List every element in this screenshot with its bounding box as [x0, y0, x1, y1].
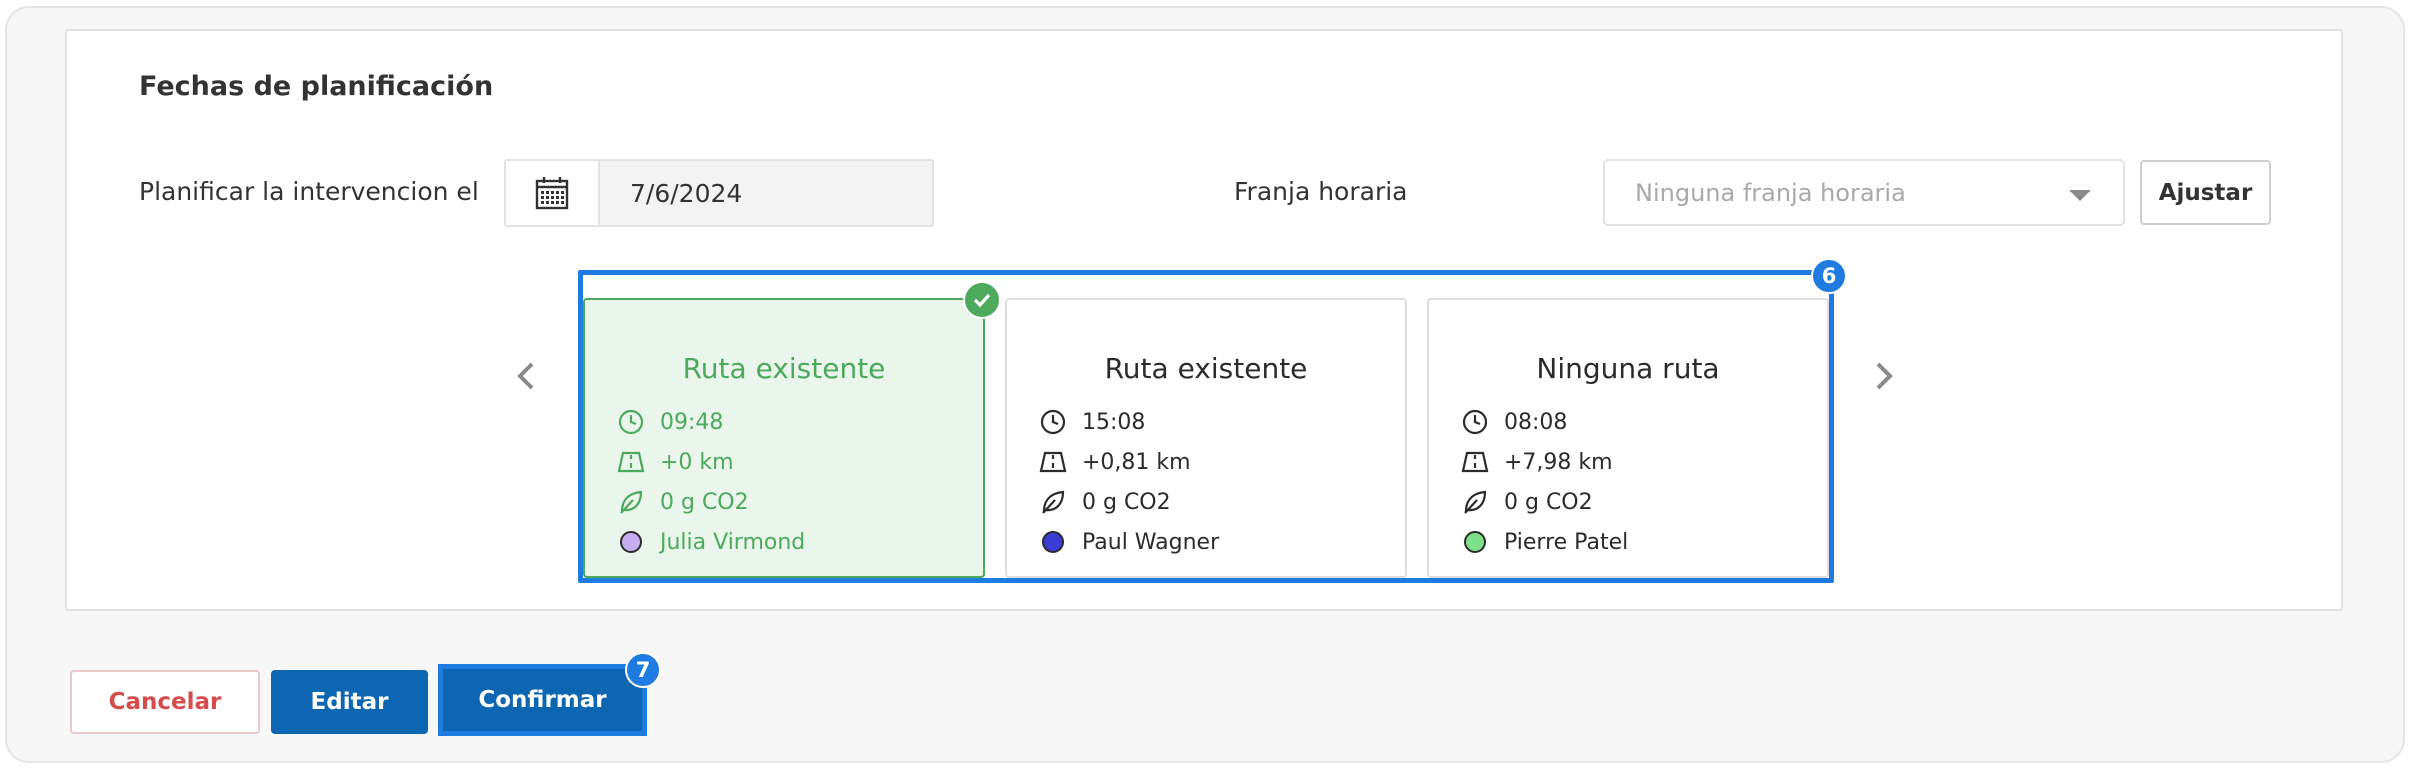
plan-date-label: Planificar la intervencion el — [139, 177, 479, 206]
planning-card: Fechas de planificación Planificar la in… — [65, 29, 2343, 611]
check-icon — [963, 281, 1001, 319]
calendar-icon[interactable] — [506, 161, 600, 225]
chevron-left-icon[interactable] — [512, 358, 538, 394]
time-slot-placeholder: Ninguna franja horaria — [1635, 178, 1906, 207]
date-input[interactable]: 7/6/2024 — [600, 161, 742, 225]
cancel-button[interactable]: Cancelar — [70, 670, 260, 734]
time-slot-label: Franja horaria — [1234, 177, 1408, 206]
edit-button[interactable]: Editar — [271, 670, 428, 734]
annotation-badge: 6 — [1811, 258, 1847, 294]
time-slot-select[interactable]: Ninguna franja horaria — [1603, 159, 2125, 226]
chevron-right-icon[interactable] — [1872, 358, 1898, 394]
chevron-down-icon — [2069, 190, 2091, 201]
adjust-button[interactable]: Ajustar — [2140, 160, 2271, 225]
section-title: Fechas de planificación — [139, 71, 494, 102]
date-picker-field[interactable]: 7/6/2024 — [504, 159, 934, 227]
route-cards-highlight — [578, 270, 1834, 583]
annotation-badge: 7 — [625, 652, 661, 688]
confirm-button[interactable]: Confirmar — [443, 669, 642, 731]
